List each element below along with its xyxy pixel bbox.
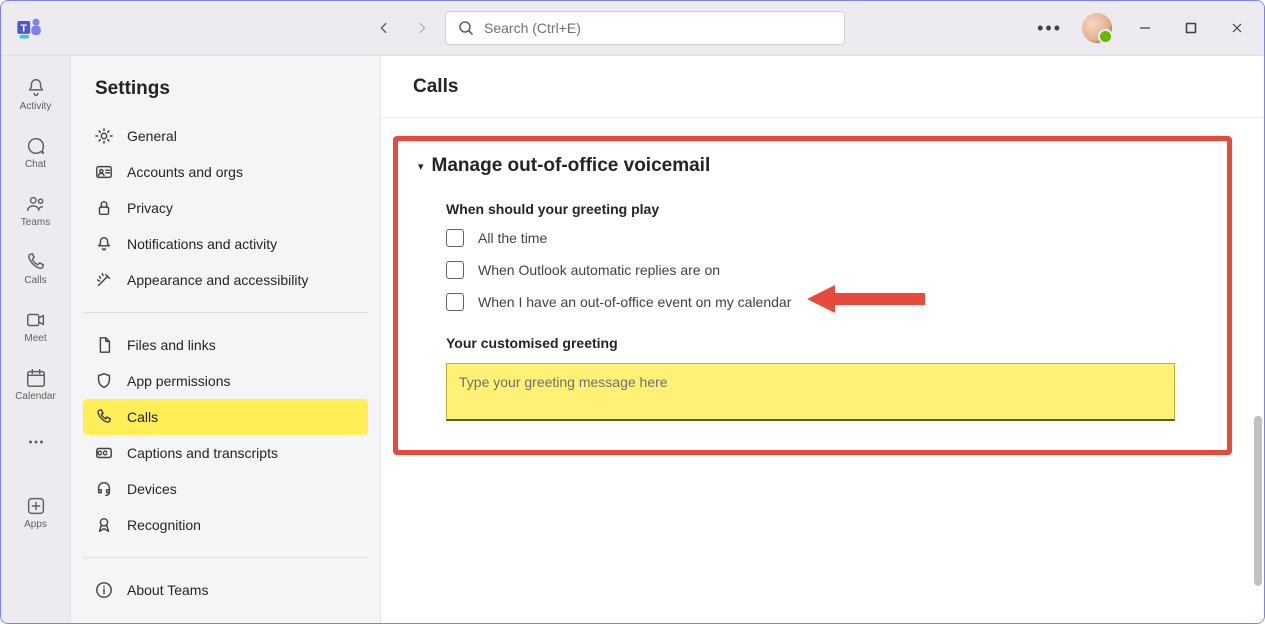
- sidebar-item-label: Files and links: [127, 337, 216, 353]
- gear-icon: [95, 127, 113, 145]
- more-options-button[interactable]: •••: [1037, 18, 1062, 39]
- app-rail: Activity Chat Teams Calls Meet Calendar: [1, 56, 71, 623]
- checkbox[interactable]: [446, 293, 464, 311]
- sidebar-item-label: General: [127, 128, 177, 144]
- more-icon: [25, 431, 47, 453]
- sidebar-item-label: Privacy: [127, 200, 173, 216]
- svg-text:T: T: [21, 23, 28, 35]
- file-icon: [95, 336, 113, 354]
- back-button[interactable]: [369, 13, 399, 43]
- page-title: Calls: [413, 76, 458, 98]
- avatar[interactable]: [1082, 13, 1112, 43]
- sidebar-item-label: App permissions: [127, 373, 231, 389]
- rail-item-label: Calendar: [15, 391, 56, 402]
- rail-item-label: Activity: [20, 101, 52, 112]
- sidebar-item-notifications[interactable]: Notifications and activity: [83, 226, 368, 262]
- shield-icon: [95, 372, 113, 390]
- sidebar-item-label: Calls: [127, 409, 158, 425]
- wand-icon: [95, 271, 113, 289]
- info-icon: [95, 581, 113, 599]
- bell-icon: [25, 77, 47, 99]
- main-header: Calls: [381, 56, 1264, 118]
- id-card-icon: [95, 163, 113, 181]
- sidebar-item-label: Recognition: [127, 517, 201, 533]
- sidebar-item-calls[interactable]: Calls: [83, 399, 368, 435]
- headset-icon: [95, 480, 113, 498]
- minimize-button[interactable]: [1132, 15, 1158, 41]
- phone-icon: [95, 408, 113, 426]
- sidebar-item-label: Notifications and activity: [127, 236, 277, 252]
- close-button[interactable]: [1224, 15, 1250, 41]
- option-row-all-time[interactable]: All the time: [446, 229, 1207, 247]
- captions-icon: [95, 444, 113, 462]
- settings-title: Settings: [71, 78, 380, 118]
- search-icon: [458, 20, 474, 36]
- settings-sidebar: Settings General Accounts and orgs Priva…: [71, 56, 381, 623]
- option-label: When I have an out-of-office event on my…: [478, 294, 791, 310]
- rail-item-teams[interactable]: Teams: [4, 182, 68, 238]
- option-label: When Outlook automatic replies are on: [478, 262, 720, 278]
- greeting-label: Your customised greeting: [446, 335, 1207, 351]
- main-panel: Calls ▾ Manage out-of-office voicemail W…: [381, 56, 1264, 623]
- rail-item-chat[interactable]: Chat: [4, 124, 68, 180]
- maximize-button[interactable]: [1178, 15, 1204, 41]
- rail-item-label: Meet: [24, 333, 46, 344]
- collapse-icon: ▾: [418, 160, 424, 173]
- rail-item-label: Apps: [24, 519, 47, 530]
- search-input[interactable]: [484, 20, 832, 36]
- forward-button[interactable]: [407, 13, 437, 43]
- rail-item-label: Chat: [25, 159, 46, 170]
- rail-item-label: Teams: [21, 217, 50, 228]
- sidebar-item-label: About Teams: [127, 582, 208, 598]
- phone-icon: [25, 251, 47, 273]
- calendar-icon: [25, 367, 47, 389]
- apps-icon: [25, 495, 47, 517]
- chat-icon: [25, 135, 47, 157]
- sidebar-item-general[interactable]: General: [83, 118, 368, 154]
- rail-item-meet[interactable]: Meet: [4, 298, 68, 354]
- lock-icon: [95, 199, 113, 217]
- sidebar-item-about[interactable]: About Teams: [83, 572, 368, 608]
- rail-item-calendar[interactable]: Calendar: [4, 356, 68, 412]
- scrollbar-thumb[interactable]: [1254, 416, 1262, 586]
- checkbox[interactable]: [446, 229, 464, 247]
- section-title: Manage out-of-office voicemail: [432, 155, 711, 177]
- checkbox[interactable]: [446, 261, 464, 279]
- option-label: All the time: [478, 230, 547, 246]
- greeting-textarea[interactable]: [446, 363, 1175, 421]
- sidebar-item-captions[interactable]: Captions and transcripts: [83, 435, 368, 471]
- rail-item-activity[interactable]: Activity: [4, 66, 68, 122]
- rail-item-more[interactable]: [4, 414, 68, 470]
- voicemail-section-highlight: ▾ Manage out-of-office voicemail When sh…: [393, 136, 1232, 455]
- rail-item-apps[interactable]: Apps: [4, 484, 68, 540]
- sidebar-item-recognition[interactable]: Recognition: [83, 507, 368, 543]
- sidebar-item-files[interactable]: Files and links: [83, 327, 368, 363]
- teams-logo-icon: T: [15, 14, 43, 42]
- search-box[interactable]: [445, 11, 845, 45]
- sidebar-item-accounts[interactable]: Accounts and orgs: [83, 154, 368, 190]
- sidebar-item-label: Appearance and accessibility: [127, 272, 308, 288]
- sidebar-item-permissions[interactable]: App permissions: [83, 363, 368, 399]
- video-icon: [25, 309, 47, 331]
- section-header[interactable]: ▾ Manage out-of-office voicemail: [418, 155, 1207, 177]
- sidebar-item-appearance[interactable]: Appearance and accessibility: [83, 262, 368, 298]
- sidebar-item-privacy[interactable]: Privacy: [83, 190, 368, 226]
- option-row-outlook[interactable]: When Outlook automatic replies are on: [446, 261, 1207, 279]
- greeting-question: When should your greeting play: [446, 201, 1207, 217]
- bell-icon: [95, 235, 113, 253]
- sidebar-item-devices[interactable]: Devices: [83, 471, 368, 507]
- rail-item-label: Calls: [24, 275, 46, 286]
- sidebar-item-label: Accounts and orgs: [127, 164, 243, 180]
- rail-item-calls[interactable]: Calls: [4, 240, 68, 296]
- people-icon: [25, 193, 47, 215]
- sidebar-item-label: Captions and transcripts: [127, 445, 278, 461]
- sidebar-item-label: Devices: [127, 481, 177, 497]
- titlebar: T •••: [1, 1, 1264, 56]
- ribbon-icon: [95, 516, 113, 534]
- annotation-arrow-icon: [807, 279, 927, 319]
